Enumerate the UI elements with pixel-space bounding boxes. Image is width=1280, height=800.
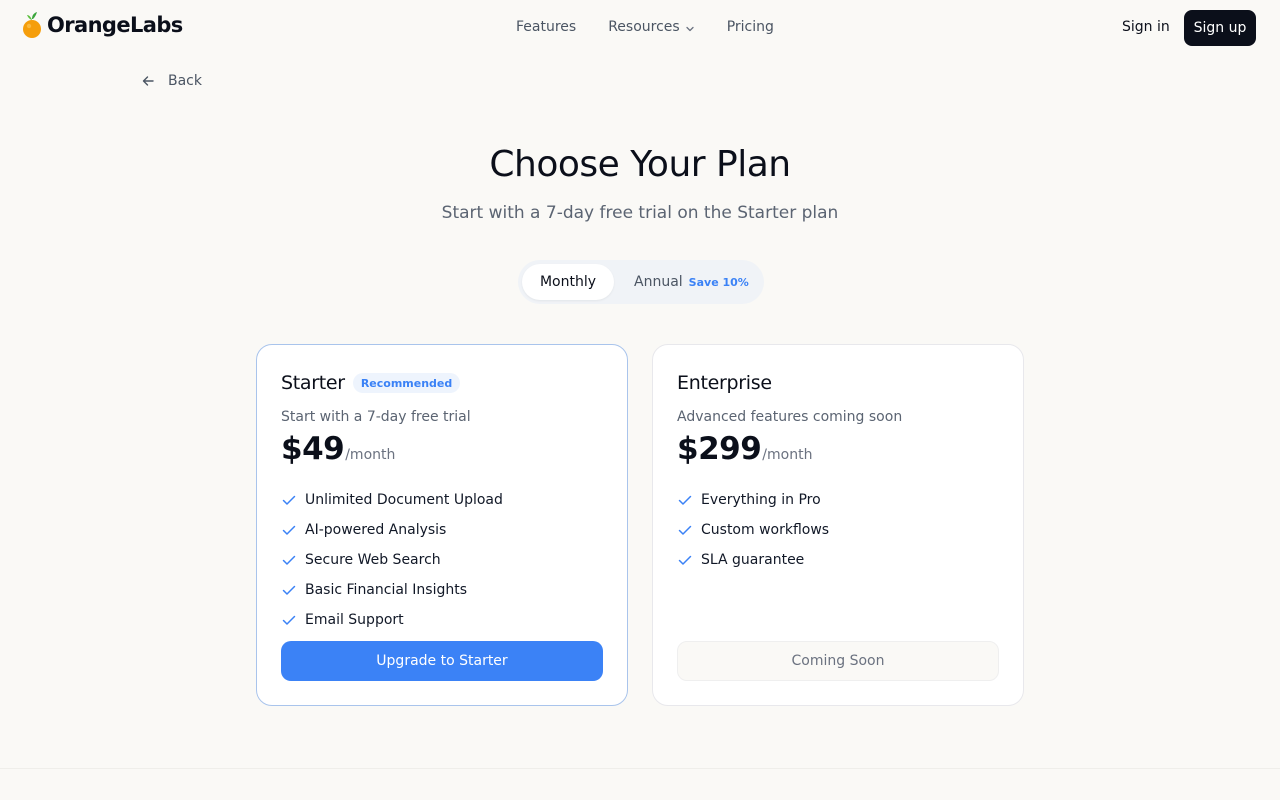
feature-label: Basic Financial Insights	[305, 582, 467, 598]
feature-label: Custom workflows	[701, 522, 830, 538]
coming-soon-button: Coming Soon	[677, 641, 999, 681]
check-icon	[677, 492, 693, 508]
plan-price: $49	[281, 431, 345, 467]
feature-label: AI-powered Analysis	[305, 522, 447, 538]
logo[interactable]: OrangeLabs	[22, 11, 183, 39]
check-icon	[677, 522, 693, 538]
recommended-badge: Recommended	[352, 373, 461, 393]
check-icon	[281, 552, 297, 568]
feature-item: Secure Web Search	[281, 545, 503, 575]
nav-features[interactable]: Features	[516, 19, 576, 35]
feature-label: Everything in Pro	[701, 492, 821, 508]
upgrade-button[interactable]: Upgrade to Starter	[281, 641, 603, 681]
check-icon	[281, 612, 297, 628]
check-icon	[677, 552, 693, 568]
feature-item: Email Support	[281, 605, 503, 635]
feature-label: Secure Web Search	[305, 552, 441, 568]
billing-toggle: Monthly Annual Save 10%	[518, 260, 764, 304]
billing-monthly-option[interactable]: Monthly	[522, 264, 614, 300]
plan-header: Starter Recommended	[281, 372, 461, 394]
plan-card-enterprise: Enterprise Advanced features coming soon…	[652, 344, 1024, 706]
feature-list: Unlimited Document Upload AI-powered Ana…	[281, 485, 503, 635]
feature-item: SLA guarantee	[677, 545, 829, 575]
brand-name: OrangeLabs	[47, 13, 183, 37]
sign-in-link[interactable]: Sign in	[1122, 19, 1170, 35]
feature-item: Custom workflows	[677, 515, 829, 545]
plan-price: $299	[677, 431, 762, 467]
plan-name: Starter	[281, 372, 345, 394]
plan-header: Enterprise	[677, 372, 772, 394]
nav-resources[interactable]: Resources	[608, 19, 695, 35]
billing-annual-label: Annual	[634, 274, 683, 290]
plan-period: /month	[762, 447, 813, 463]
orange-logo-icon	[22, 11, 44, 39]
main-nav: Features Resources Pricing	[516, 19, 774, 35]
check-icon	[281, 582, 297, 598]
check-icon	[281, 492, 297, 508]
price-row: $49 /month	[281, 431, 395, 467]
plan-card-starter: Starter Recommended Start with a 7-day f…	[256, 344, 628, 706]
feature-label: Email Support	[305, 612, 404, 628]
feature-item: AI-powered Analysis	[281, 515, 503, 545]
plan-description: Start with a 7-day free trial	[281, 409, 471, 425]
plan-name: Enterprise	[677, 372, 772, 394]
billing-annual-option[interactable]: Annual Save 10%	[614, 264, 760, 300]
plan-period: /month	[345, 447, 396, 463]
plan-description: Advanced features coming soon	[677, 409, 903, 425]
chevron-down-icon	[685, 22, 695, 32]
top-navbar: OrangeLabs Features Resources Pricing Si…	[0, 0, 1280, 56]
check-icon	[281, 522, 297, 538]
feature-label: SLA guarantee	[701, 552, 805, 568]
nav-pricing[interactable]: Pricing	[727, 19, 774, 35]
back-label: Back	[168, 73, 202, 89]
page-subtitle: Start with a 7-day free trial on the Sta…	[441, 203, 839, 223]
price-row: $299 /month	[677, 431, 812, 467]
footer-divider	[0, 768, 1280, 769]
feature-item: Unlimited Document Upload	[281, 485, 503, 515]
feature-item: Everything in Pro	[677, 485, 829, 515]
save-badge: Save 10%	[688, 275, 749, 289]
feature-list: Everything in Pro Custom workflows SLA g…	[677, 485, 829, 575]
feature-item: Basic Financial Insights	[281, 575, 503, 605]
arrow-left-icon	[140, 73, 156, 89]
feature-label: Unlimited Document Upload	[305, 492, 503, 508]
nav-resources-label: Resources	[608, 19, 680, 35]
back-link[interactable]: Back	[140, 73, 202, 89]
sign-up-button[interactable]: Sign up	[1184, 10, 1256, 46]
page-title: Choose Your Plan	[489, 144, 791, 185]
